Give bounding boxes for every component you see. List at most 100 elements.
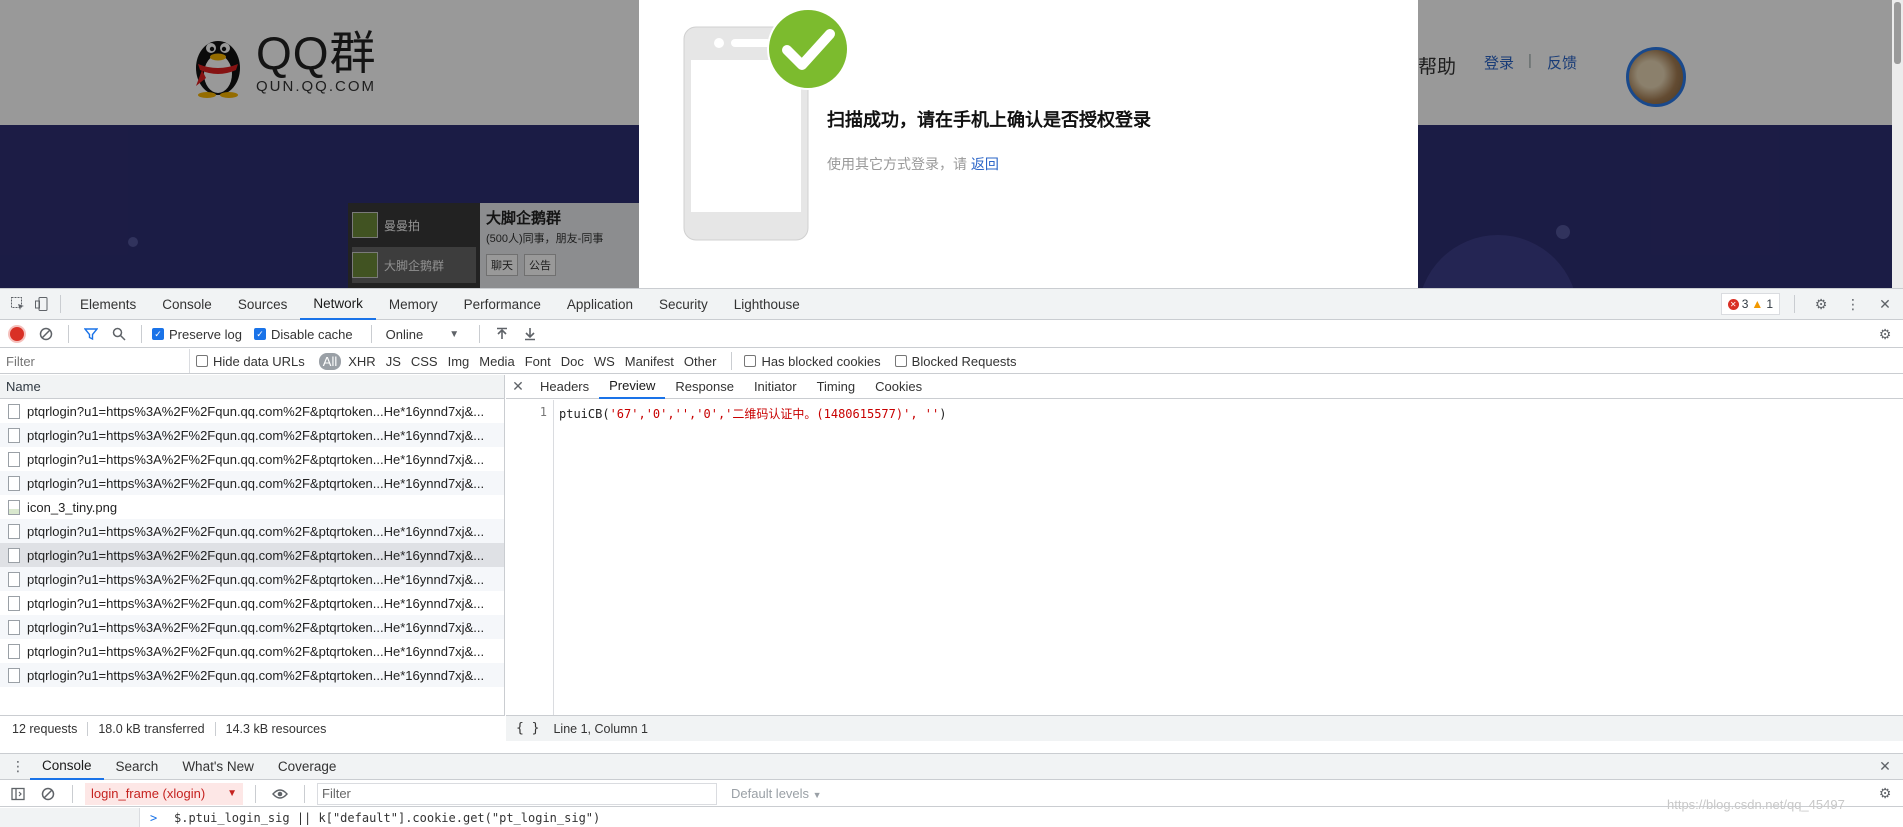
detail-tab-timing[interactable]: Timing [807,375,866,399]
devtools-tab-bar: Elements Console Sources Network Memory Perfo… [0,289,1903,320]
warning-icon: ▲ [1751,297,1764,311]
close-detail-icon[interactable]: ✕ [506,378,530,395]
tab-network[interactable]: Network [300,289,376,320]
error-count: 3 [1741,297,1749,311]
console-settings-gear-icon[interactable]: ⚙ [1873,782,1897,806]
table-row[interactable]: ptqrlogin?u1=https%3A%2F%2Fqun.qq.com%2F… [0,543,504,567]
search-icon[interactable] [107,322,131,346]
record-stop-button[interactable] [10,327,24,341]
toolbar-divider [255,784,256,803]
tab-elements[interactable]: Elements [67,289,149,320]
tab-memory[interactable]: Memory [376,289,451,320]
site-scrollbar[interactable] [1892,0,1903,288]
toolbar-divider [68,325,69,343]
modal-title: 扫描成功，请在手机上确认是否授权登录 [827,110,1151,130]
back-link[interactable]: 返回 [971,156,999,172]
table-row[interactable]: ptqrlogin?u1=https%3A%2F%2Fqun.qq.com%2F… [0,615,504,639]
scrollbar-thumb[interactable] [1894,2,1901,64]
tab-security[interactable]: Security [646,289,721,320]
detail-tab-preview[interactable]: Preview [599,375,666,399]
preview-code-area[interactable]: 1 ptuiCB('67','0','','0','二维码认证中。(148061… [506,400,1903,715]
tab-sources[interactable]: Sources [225,289,301,320]
import-har-icon[interactable] [490,322,514,346]
table-row[interactable]: ptqrlogin?u1=https%3A%2F%2Fqun.qq.com%2F… [0,663,504,687]
table-row[interactable]: ptqrlogin?u1=https%3A%2F%2Fqun.qq.com%2F… [0,567,504,591]
console-prompt-line[interactable]: > $.ptui_login_sig || k["default"].cooki… [0,808,1903,827]
hide-data-urls-checkbox[interactable]: Hide data URLs [196,354,305,369]
network-filter-bar: Hide data URLs AllXHR JSCSSImgMedia FontDo… [0,349,1903,374]
detail-tab-initiator[interactable]: Initiator [744,375,807,399]
tab-lighthouse[interactable]: Lighthouse [721,289,813,320]
clear-icon[interactable] [34,322,58,346]
inspect-element-icon[interactable] [6,292,30,316]
clear-console-icon[interactable] [36,782,60,806]
disable-cache-checkbox[interactable]: ✓ Disable cache [253,327,353,342]
type-filter-img[interactable]: Img [445,353,473,370]
drawer-tab-console[interactable]: Console [30,753,104,780]
tab-application[interactable]: Application [554,289,646,320]
checkbox-checked-icon: ✓ [152,328,164,340]
table-row[interactable]: ptqrlogin?u1=https%3A%2F%2Fqun.qq.com%2F… [0,519,504,543]
export-har-icon[interactable] [518,322,542,346]
detail-tab-headers[interactable]: Headers [530,375,599,399]
drawer-tab-coverage[interactable]: Coverage [266,753,349,780]
close-drawer-icon[interactable]: ✕ [1873,755,1897,779]
checkbox-unchecked-icon [196,355,208,367]
preserve-log-checkbox[interactable]: ✓ Preserve log [152,327,242,342]
type-filter-manifest[interactable]: Manifest [622,353,677,370]
drawer-tab-what-s-new[interactable]: What's New [170,753,266,780]
network-filter-input[interactable] [0,349,190,373]
request-name: ptqrlogin?u1=https%3A%2F%2Fqun.qq.com%2F… [27,619,485,635]
detail-tab-cookies[interactable]: Cookies [865,375,932,399]
table-row[interactable]: ptqrlogin?u1=https%3A%2F%2Fqun.qq.com%2F… [0,591,504,615]
live-expression-eye-icon[interactable] [268,782,292,806]
column-header-name[interactable]: Name [0,375,504,399]
request-name: ptqrlogin?u1=https%3A%2F%2Fqun.qq.com%2F… [27,595,485,611]
drawer-tab-search[interactable]: Search [104,753,171,780]
more-vert-icon[interactable]: ⋮ [1841,292,1865,316]
code-function: ptuiCB( [559,407,610,421]
type-filter-font[interactable]: Font [522,353,554,370]
alt-login-text: 使用其它方式登录，请 [827,156,967,172]
throttling-select[interactable]: Online ▼ [386,327,459,342]
device-toolbar-icon[interactable] [30,292,54,316]
table-row[interactable]: ptqrlogin?u1=https%3A%2F%2Fqun.qq.com%2F… [0,423,504,447]
type-filter-ws[interactable]: WS [591,353,618,370]
pretty-print-braces-icon[interactable]: { } [516,721,539,736]
document-file-icon [8,643,20,659]
watermark: https://blog.csdn.net/qq_45497 [1667,797,1845,812]
log-levels-select[interactable]: Default levels ▼ [731,786,822,801]
console-filter-input[interactable]: Filter [317,782,717,805]
filter-funnel-icon[interactable] [79,322,103,346]
tab-console[interactable]: Console [149,289,225,320]
issues-badge[interactable]: ✕ 3 ▲ 1 [1720,293,1780,315]
console-sidebar-icon[interactable] [6,782,30,806]
type-filter-js[interactable]: JS [383,353,404,370]
table-row[interactable]: ptqrlogin?u1=https%3A%2F%2Fqun.qq.com%2F… [0,471,504,495]
tab-performance[interactable]: Performance [451,289,554,320]
type-filter-media[interactable]: Media [476,353,517,370]
settings-gear-icon[interactable]: ⚙ [1809,292,1833,316]
drawer-tab-bar: ⋮ Console Search What's New Coverage ✕ [0,753,1903,780]
type-filter-xhr[interactable]: XHR [345,353,378,370]
detail-tab-response[interactable]: Response [665,375,744,399]
type-filter-all[interactable]: All [318,352,342,370]
type-filter-css[interactable]: CSS [408,353,441,370]
detail-status-bar: { } Line 1, Column 1 [506,715,1903,741]
close-devtools-icon[interactable]: ✕ [1873,292,1897,316]
table-row[interactable]: icon_3_tiny.png [0,495,504,519]
table-row[interactable]: ptqrlogin?u1=https%3A%2F%2Fqun.qq.com%2F… [0,447,504,471]
javascript-context-select[interactable]: login_frame (xlogin) ▼ [85,782,243,805]
table-row[interactable]: ptqrlogin?u1=https%3A%2F%2Fqun.qq.com%2F… [0,639,504,663]
caret-down-icon: ▼ [812,790,822,800]
has-blocked-cookies-checkbox[interactable]: Has blocked cookies [744,354,881,369]
blocked-requests-checkbox[interactable]: Blocked Requests [894,354,1016,369]
network-settings-gear-icon[interactable]: ⚙ [1873,322,1897,346]
table-row[interactable]: ptqrlogin?u1=https%3A%2F%2Fqun.qq.com%2F… [0,399,504,423]
type-filter-doc[interactable]: Doc [558,353,587,370]
network-toolbar: ✓ Preserve log ✓ Disable cache Online ▼ ⚙ [0,321,1903,348]
network-summary-bar: 12 requests 18.0 kB transferred 14.3 kB … [0,715,505,741]
type-filter-other[interactable]: Other [681,353,720,370]
checkbox-checked-icon: ✓ [253,328,266,340]
drawer-menu-icon[interactable]: ⋮ [6,755,30,779]
